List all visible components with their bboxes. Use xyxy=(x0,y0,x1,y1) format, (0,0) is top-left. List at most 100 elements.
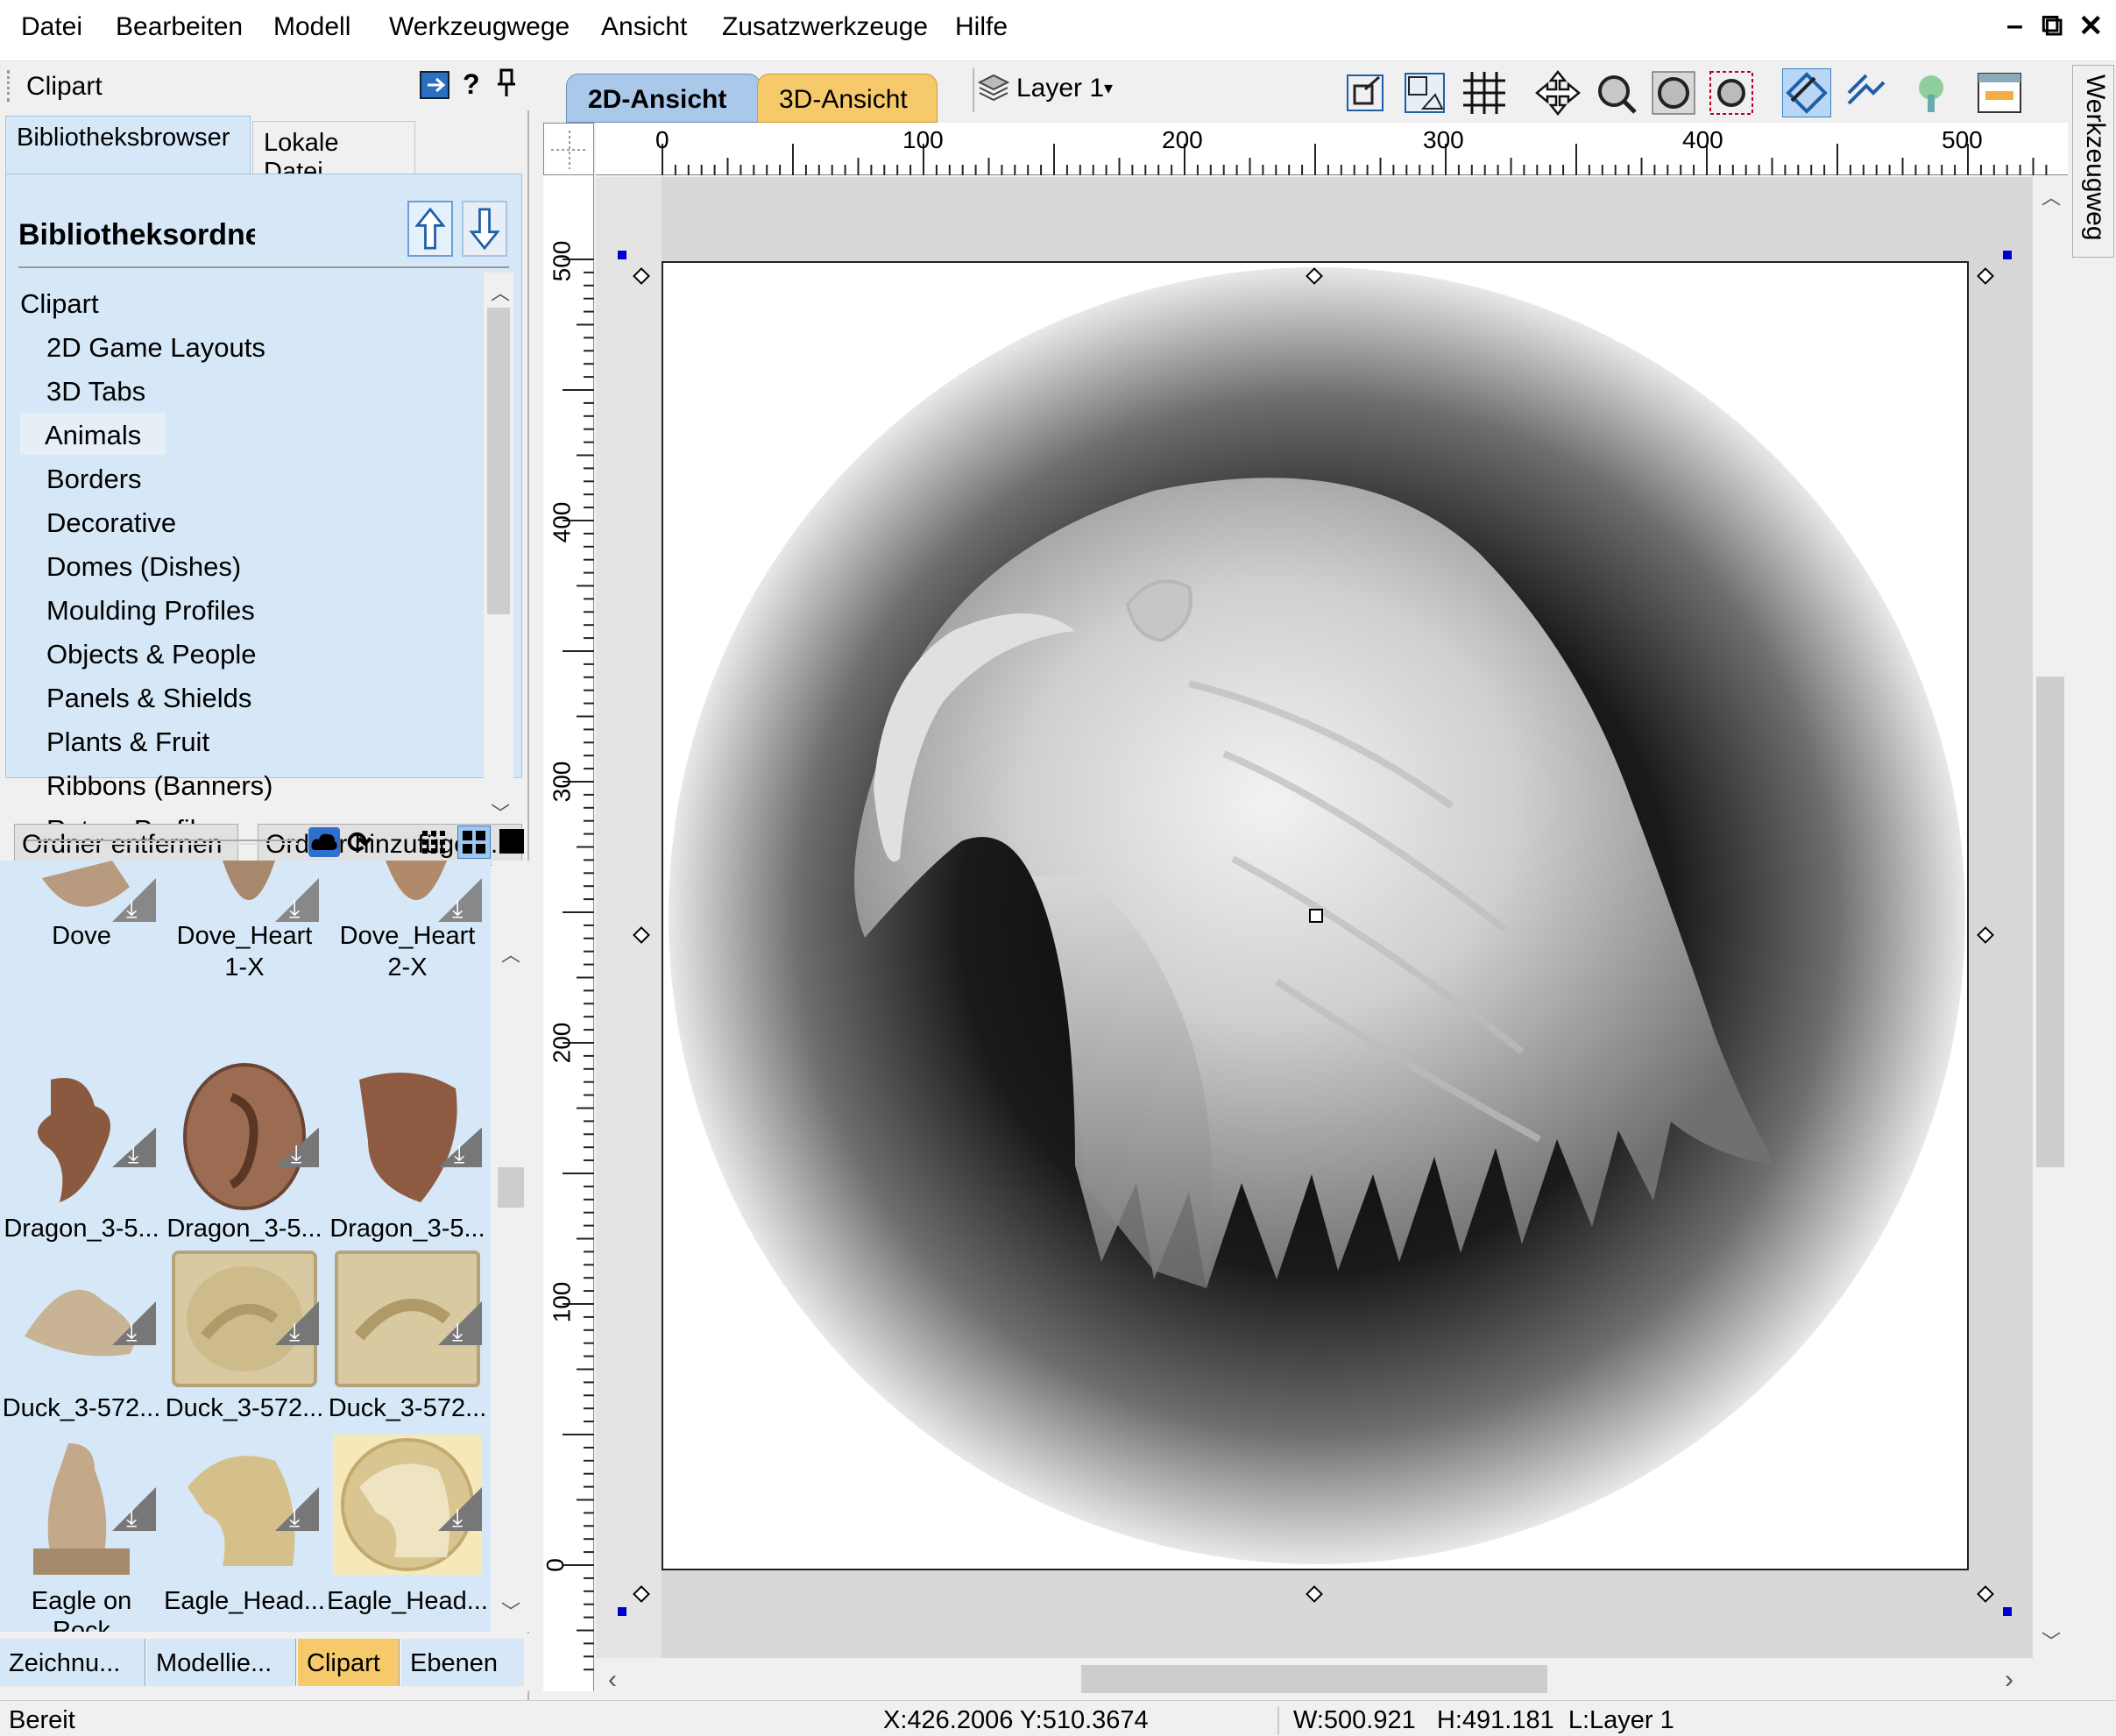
selection-corner-handle[interactable] xyxy=(618,251,626,259)
svg-text:⤓: ⤓ xyxy=(454,1139,464,1168)
tab-zeichnen[interactable]: Zeichnu... xyxy=(0,1639,145,1686)
eagle-head-round-thumbnail: ⤓ xyxy=(333,1435,482,1575)
folder-item-moulding-profiles[interactable]: Moulding Profiles xyxy=(46,595,255,627)
ruler-label: 300 xyxy=(548,761,576,803)
node-edit-icon[interactable] xyxy=(1842,68,1891,117)
zoom-selection-icon[interactable] xyxy=(1707,68,1756,117)
scroll-up-icon[interactable]: ︿ xyxy=(2042,182,2061,210)
tile-caption: Dove_Heart xyxy=(176,922,313,950)
pin-icon[interactable] xyxy=(496,67,519,102)
menu-hilfe[interactable]: Hilfe xyxy=(955,12,1008,42)
horizontal-scroll-thumb[interactable] xyxy=(1081,1665,1547,1693)
help-icon[interactable]: ? xyxy=(463,68,480,101)
status-dimensions: W:500.921 H:491.181 L:Layer 1 xyxy=(1277,1706,1674,1735)
grid-icon[interactable] xyxy=(1460,68,1509,117)
transform-icon[interactable] xyxy=(1341,68,1390,117)
chevron-down-icon[interactable]: ▾ xyxy=(1104,77,1113,99)
vector-mode-icon[interactable] xyxy=(1782,68,1831,117)
arrow-up-button[interactable] xyxy=(407,201,453,257)
folder-scroll-thumb[interactable] xyxy=(487,308,510,614)
folder-item-decorative[interactable]: Decorative xyxy=(46,507,176,539)
vertical-scrollbar[interactable]: ︿ ﹀ xyxy=(2033,177,2068,1658)
tab-lokale-datei[interactable]: Lokale Datei xyxy=(252,121,415,186)
cloud-icon[interactable] xyxy=(308,827,340,857)
bottom-tab-strip: Zeichnu... Modellie... Clipart Ebenen xyxy=(0,1633,529,1691)
clipart-gallery: ⤓ Dove ⤓ Dove_Heart 1-X ⤓ Dove_Heart 2-X… xyxy=(0,861,491,1632)
small-grid-icon[interactable] xyxy=(421,829,447,855)
folder-item-3d-tabs[interactable]: 3D Tabs xyxy=(46,376,145,407)
minimize-button[interactable]: – xyxy=(2006,9,2023,43)
grip-icon[interactable] xyxy=(7,70,11,102)
scroll-right-icon[interactable]: › xyxy=(2005,1665,2013,1695)
ruler-corner[interactable] xyxy=(543,123,594,175)
vertical-ruler: 500 400 300 200 100 0 xyxy=(541,175,594,1691)
layout-icon[interactable] xyxy=(1975,68,2024,117)
duck-panel-thumbnail: ⤓ xyxy=(172,1251,319,1387)
tab-modellieren[interactable]: Modellie... xyxy=(147,1639,296,1686)
shade-model-icon[interactable] xyxy=(1907,68,1956,117)
layer-dropdown[interactable]: Layer 1 xyxy=(1016,74,1104,103)
duck-thumbnail: ⤓ xyxy=(25,1289,156,1357)
menu-bearbeiten[interactable]: Bearbeiten xyxy=(116,12,243,42)
scroll-up-icon[interactable]: ︿ xyxy=(501,939,520,967)
selection-corner-handle[interactable] xyxy=(2003,1607,2012,1616)
menu-zusatzwerkzeuge[interactable]: Zusatzwerkzeuge xyxy=(722,12,928,42)
folder-item-clipart[interactable]: Clipart xyxy=(20,288,99,320)
tile-caption-line2: 2-X xyxy=(387,953,428,981)
tile-caption: Duck_3-572... xyxy=(328,1394,487,1422)
folder-item-domes[interactable]: Domes (Dishes) xyxy=(46,551,241,583)
tab-bibliotheksbrowser[interactable]: Bibliotheksbrowser xyxy=(5,116,251,174)
horizontal-scrollbar[interactable]: ‹ › xyxy=(596,1658,2068,1698)
pan-icon[interactable] xyxy=(1533,68,1582,117)
folder-scrollbar[interactable]: ︿ ﹀ xyxy=(484,273,513,833)
large-tile-icon[interactable] xyxy=(499,829,524,854)
folder-item-objects-people[interactable]: Objects & People xyxy=(46,639,257,670)
scroll-down-icon[interactable]: ﹀ xyxy=(2042,1626,2061,1655)
material-sheet[interactable] xyxy=(662,261,1969,1570)
menu-werkzeugwege[interactable]: Werkzeugwege xyxy=(389,12,570,42)
side-tab-label: Werkzeugweg xyxy=(2081,74,2110,241)
folder-item-ribbons[interactable]: Ribbons (Banners) xyxy=(46,770,272,802)
panel-titlebar: Clipart ? xyxy=(0,61,529,110)
layer-icon[interactable] xyxy=(974,68,1013,107)
tile-caption: Dragon_3-5... xyxy=(329,1215,485,1243)
snap-grid-icon[interactable] xyxy=(1400,68,1449,117)
ruler-label: 0 xyxy=(541,1558,569,1572)
menu-ansicht[interactable]: Ansicht xyxy=(601,12,687,42)
tab-3d-ansicht[interactable]: 3D-Ansicht xyxy=(757,74,938,123)
center-handle[interactable] xyxy=(1309,909,1323,923)
vertical-scroll-thumb[interactable] xyxy=(2036,677,2064,1167)
tab-ebenen[interactable]: Ebenen xyxy=(401,1639,524,1686)
zoom-box-icon[interactable] xyxy=(1591,68,1640,117)
selection-corner-handle[interactable] xyxy=(2003,251,2012,259)
thumbnail-size-slider[interactable] xyxy=(26,840,298,845)
close-button[interactable]: ✕ xyxy=(2078,9,2104,44)
folder-item-animals[interactable]: Animals xyxy=(20,413,166,455)
zoom-all-icon[interactable] xyxy=(1649,68,1698,117)
folder-item-panels-shields[interactable]: Panels & Shields xyxy=(46,683,251,714)
tab-clipart[interactable]: Clipart xyxy=(298,1639,400,1686)
menu-datei[interactable]: Datei xyxy=(21,12,82,42)
canvas-margin xyxy=(596,177,662,1658)
restore-button[interactable]: ⧉ xyxy=(2042,9,2063,43)
status-coordinates: X:426.2006 Y:510.3674 xyxy=(883,1706,1149,1734)
refresh-icon[interactable]: ⟳ xyxy=(347,825,372,861)
folder-item-borders[interactable]: Borders xyxy=(46,464,142,495)
scroll-up-icon[interactable]: ︿ xyxy=(491,278,510,306)
scroll-left-icon[interactable]: ‹ xyxy=(608,1665,617,1695)
library-box: Bibliotheksordner Clipart 2D Game Layout… xyxy=(5,174,522,839)
dock-icon[interactable] xyxy=(419,68,454,102)
tab-2d-ansicht[interactable]: 2D-Ansicht xyxy=(566,74,761,123)
scroll-down-icon[interactable]: ﹀ xyxy=(501,1597,520,1625)
gallery-scrollbar[interactable]: ︿ ﹀ xyxy=(492,861,529,1632)
dragon-thumbnail: ⤓ xyxy=(38,1078,156,1202)
menu-modell[interactable]: Modell xyxy=(273,12,350,42)
tile-caption: Dragon_3-5... xyxy=(4,1215,159,1243)
folder-item-2d-game-layouts[interactable]: 2D Game Layouts xyxy=(46,332,265,364)
gallery-scroll-thumb[interactable] xyxy=(498,1167,524,1208)
medium-grid-icon[interactable] xyxy=(457,825,491,859)
folder-item-plants-fruit[interactable]: Plants & Fruit xyxy=(46,726,209,758)
side-tab-werkzeugweg[interactable]: Werkzeugweg xyxy=(2072,65,2114,258)
arrow-down-button[interactable] xyxy=(462,201,507,257)
selection-corner-handle[interactable] xyxy=(618,1607,626,1616)
